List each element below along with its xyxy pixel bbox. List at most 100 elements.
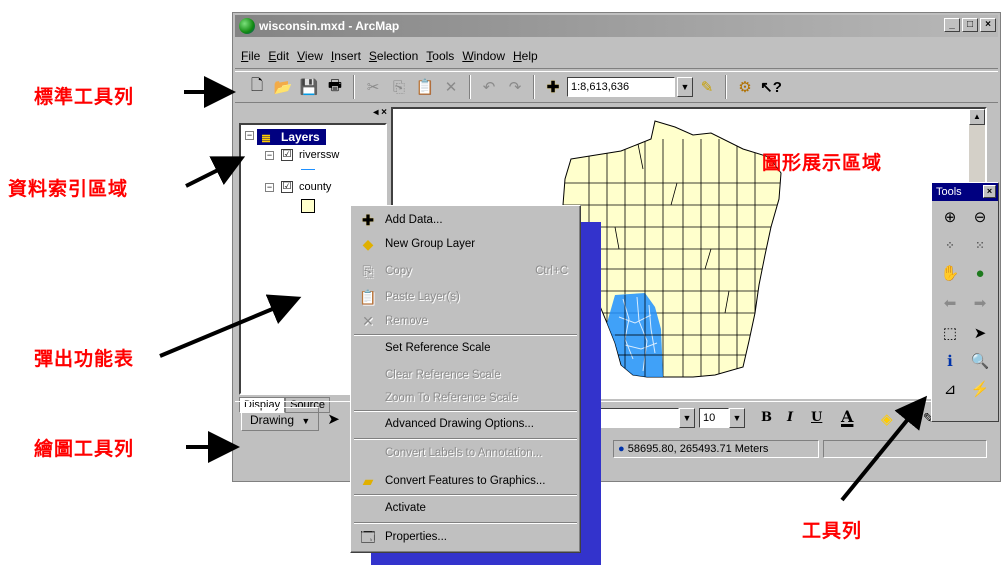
measure-icon[interactable]: ⊿ <box>938 379 962 401</box>
menu-window[interactable]: Window <box>462 49 505 63</box>
menu-selection[interactable]: Selection <box>369 49 418 63</box>
remove-icon: ✕ <box>362 313 374 329</box>
chevron-down-icon[interactable]: ▼ <box>729 408 745 428</box>
ctx-copy: ⎘ Copy Ctrl+C <box>351 259 580 283</box>
italic-button[interactable]: I <box>787 410 793 425</box>
copy-icon[interactable]: ⎘ <box>387 75 411 99</box>
map-scale-input[interactable]: 1:8,613,636 <box>567 77 675 97</box>
chevron-down-icon[interactable]: ▼ <box>679 408 695 428</box>
arrow-toc-area <box>185 156 246 188</box>
fixed-zoom-in-icon[interactable]: ⁘ <box>938 235 962 257</box>
toc-grip[interactable]: ◂ × <box>237 107 389 121</box>
maximize-button[interactable]: □ <box>962 18 978 32</box>
print-icon[interactable]: 🖶 <box>323 75 347 99</box>
chevron-down-icon[interactable]: ▼ <box>677 77 693 97</box>
paste-icon[interactable]: 📋 <box>413 75 437 99</box>
font-name-input[interactable] <box>595 408 679 428</box>
back-extent-icon[interactable]: ⬅ <box>938 293 962 315</box>
identify-icon[interactable]: ℹ <box>938 351 962 373</box>
forward-extent-icon[interactable]: ➡ <box>968 293 992 315</box>
menu-file[interactable]: File <box>241 49 260 63</box>
ctx-set-reference-scale[interactable]: Set Reference Scale <box>351 336 580 360</box>
paste-icon: 📋 <box>359 289 377 305</box>
minimize-button[interactable]: _ <box>944 18 960 32</box>
scroll-up-icon[interactable]: ▲ <box>969 109 985 125</box>
hyperlink-icon[interactable]: ⚡ <box>968 379 992 401</box>
menu-separator <box>354 438 577 440</box>
menu-separator <box>354 522 577 524</box>
layer-name-riverssw[interactable]: riverssw <box>299 149 339 161</box>
close-icon[interactable]: ◂ × <box>373 107 387 118</box>
menu-edit[interactable]: Edit <box>268 49 289 63</box>
menu-view[interactable]: View <box>297 49 323 63</box>
drawing-label: Drawing <box>250 412 295 427</box>
river-symbol <box>301 169 315 170</box>
collapse-icon[interactable]: − <box>265 151 274 160</box>
font-color-button[interactable]: A <box>841 407 853 426</box>
layers-root[interactable]: ≣ Layers <box>257 129 326 145</box>
close-button[interactable]: × <box>980 18 996 32</box>
ctx-remove: ✕ Remove <box>351 309 580 333</box>
add-data-icon: ✚ <box>362 212 374 228</box>
ctx-convert-features[interactable]: ▰ Convert Features to Graphics... <box>351 469 580 493</box>
bold-button[interactable]: B <box>761 410 772 425</box>
ctx-clear-reference-scale: Clear Reference Scale <box>385 369 501 381</box>
select-elements-icon[interactable]: ➤ <box>968 323 992 345</box>
font-size-input[interactable]: 10 <box>699 408 729 428</box>
delete-icon[interactable]: ✕ <box>439 75 463 99</box>
add-data-icon[interactable]: ✚ <box>541 75 565 99</box>
layers-icon: ≣ <box>261 131 272 145</box>
whats-this-icon[interactable]: ↖? <box>759 75 783 99</box>
collapse-icon[interactable]: − <box>245 131 254 140</box>
menu-bar: File Edit View Insert Selection Tools Wi… <box>235 43 998 69</box>
menu-help[interactable]: Help <box>513 49 538 63</box>
save-icon[interactable]: 💾 <box>297 75 321 99</box>
select-elements-icon[interactable]: ➤ <box>327 410 340 428</box>
redo-icon[interactable]: ↷ <box>503 75 527 99</box>
arctoolbox-icon[interactable]: ⚙ <box>733 75 757 99</box>
cut-icon[interactable]: ✂ <box>361 75 385 99</box>
zoom-in-icon[interactable]: ⊕ <box>938 207 962 229</box>
annotation-map-area: 圖形展示區域 <box>762 152 883 174</box>
coordinate-icon: ● <box>618 443 625 455</box>
editor-toolbar-icon[interactable]: ✎ <box>695 75 719 99</box>
underline-button[interactable]: U <box>811 410 822 425</box>
close-icon[interactable]: × <box>983 185 996 198</box>
find-icon[interactable]: 🔍 <box>968 351 992 373</box>
ctx-advanced-drawing-options[interactable]: Advanced Drawing Options... <box>351 412 580 436</box>
pan-icon[interactable]: ✋ <box>938 263 962 285</box>
county-symbol <box>301 199 315 213</box>
undo-icon[interactable]: ↶ <box>477 75 501 99</box>
annotation-popup-menu: 彈出功能表 <box>34 348 135 370</box>
layer-visibility-checkbox[interactable]: ☑ <box>281 181 293 193</box>
toolbar-separator <box>353 75 355 99</box>
copy-icon: ⎘ <box>362 263 374 279</box>
arcmap-window: wisconsin.mxd - ArcMap _ □ × File Edit V… <box>232 12 1001 482</box>
tools-title-bar[interactable]: Tools × <box>932 183 998 201</box>
collapse-icon[interactable]: − <box>265 183 274 192</box>
select-features-icon[interactable]: ⬚ <box>938 323 962 345</box>
layer-name-county[interactable]: county <box>299 181 331 193</box>
title-bar[interactable]: wisconsin.mxd - ArcMap _ □ × <box>235 15 998 37</box>
annotation-toc-area: 資料索引區域 <box>8 178 129 200</box>
open-folder-icon[interactable]: 📂 <box>271 75 295 99</box>
fixed-zoom-out-icon[interactable]: ⁙ <box>968 235 992 257</box>
zoom-out-icon[interactable]: ⊖ <box>968 207 992 229</box>
ctx-new-group-layer[interactable]: ◆ New Group Layer <box>351 232 580 256</box>
layer-visibility-checkbox[interactable]: ☑ <box>281 149 293 161</box>
menu-tools[interactable]: Tools <box>426 49 454 63</box>
full-extent-icon[interactable]: ● <box>968 263 992 285</box>
ctx-properties[interactable]: 🗔 Properties... <box>351 525 580 549</box>
convert-features-icon: ▰ <box>362 473 374 489</box>
drawing-menu-button[interactable]: Drawing ▼ <box>241 406 320 431</box>
toolbar-separator <box>469 75 471 99</box>
layers-label: Layers <box>281 130 320 144</box>
ctx-add-data[interactable]: ✚ Add Data... <box>351 208 580 232</box>
coordinates-text: 58695.80, 265493.71 Meters <box>627 443 769 455</box>
fill-color-icon[interactable]: ◈ <box>881 410 893 428</box>
status-empty <box>823 440 987 458</box>
new-document-icon[interactable]: 🗋 <box>245 75 269 99</box>
context-menu: ✚ Add Data... ◆ New Group Layer ⎘ Copy C… <box>350 205 581 553</box>
menu-insert[interactable]: Insert <box>331 49 361 63</box>
ctx-activate[interactable]: Activate <box>351 496 580 520</box>
